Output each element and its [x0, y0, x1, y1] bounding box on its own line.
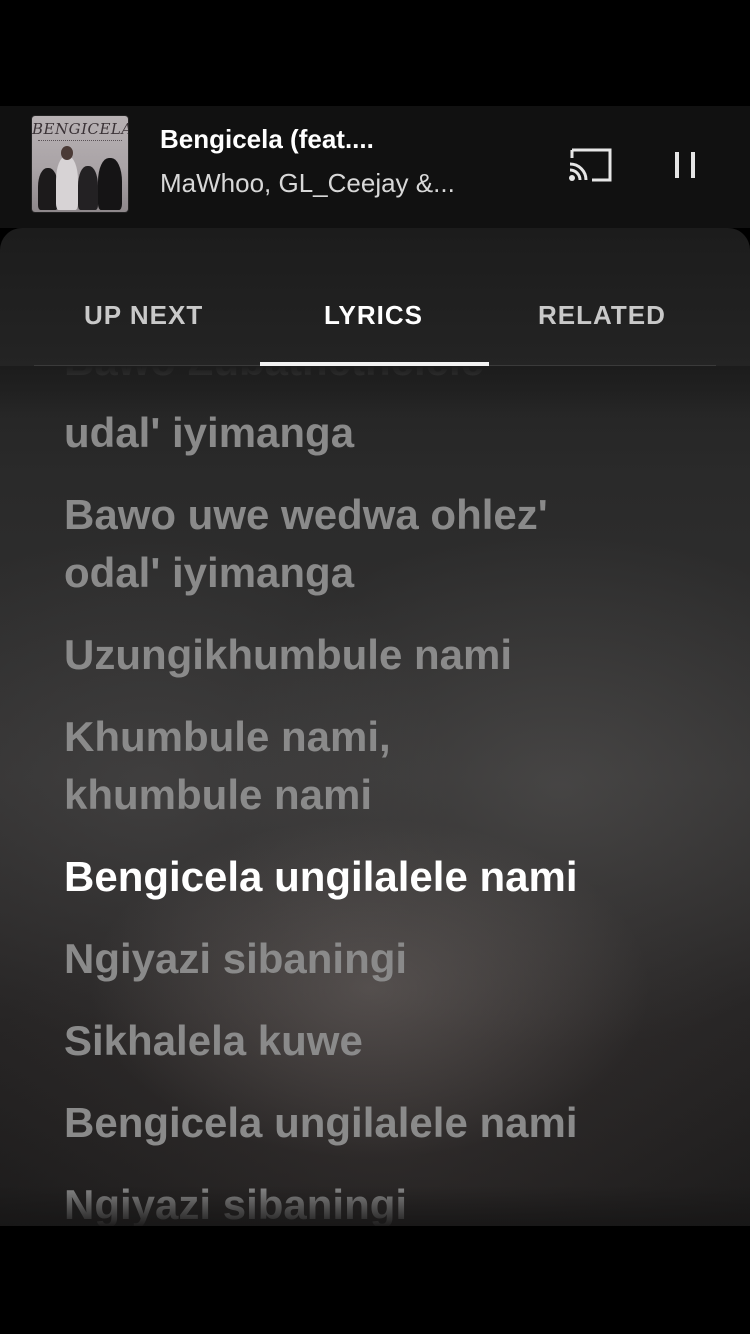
- lyric-line: odal' iyimanga: [64, 549, 355, 596]
- pause-button[interactable]: [666, 146, 706, 184]
- bottom-bar: [0, 1226, 750, 1334]
- album-art-figure: [78, 166, 98, 210]
- pause-icon: [675, 152, 695, 178]
- track-artist[interactable]: MaWhoo, GL_Ceejay &...: [160, 168, 455, 199]
- tab-up-next[interactable]: UP NEXT: [84, 300, 203, 331]
- album-art-title: BENGICELA: [32, 120, 128, 138]
- album-art-figure: [56, 156, 78, 210]
- album-art-figure-head: [61, 146, 73, 160]
- lyric-line: udal' iyimanga: [64, 409, 355, 456]
- tab-related[interactable]: RELATED: [538, 300, 666, 331]
- cast-icon: [569, 148, 612, 182]
- lyrics-panel: UP NEXT LYRICS RELATED Bawo Zubathethele…: [0, 228, 750, 1226]
- lyrics-scroll-area[interactable]: Bawo Zubathethelele udal' iyimanga Bawo …: [0, 366, 750, 1226]
- lyric-line: khumbule nami: [64, 771, 373, 818]
- lyric-line: Khumbule nami,: [64, 713, 391, 760]
- album-art-figure: [38, 168, 58, 210]
- album-art-figure: [98, 158, 122, 210]
- track-title[interactable]: Bengicela (feat....: [160, 124, 374, 155]
- lyric-line-partial: Bawo Zubathethelele: [64, 366, 724, 390]
- lyric-line: Sikhalela kuwe: [64, 1017, 363, 1064]
- screen: BENGICELA Bengicela (feat.... MaWhoo, GL…: [0, 0, 750, 1334]
- lyric-line: Uzungikhumbule nami: [64, 631, 513, 678]
- lyric-line: Bengicela ungilalele nami: [64, 1099, 578, 1146]
- album-art[interactable]: BENGICELA: [32, 116, 128, 212]
- tab-lyrics[interactable]: LYRICS: [324, 300, 423, 331]
- album-art-credits: [38, 140, 122, 144]
- lyric-line: Ngiyazi sibaningi: [64, 1181, 408, 1226]
- lyric-line: Ngiyazi sibaningi: [64, 935, 408, 982]
- cast-button[interactable]: [566, 146, 614, 184]
- lyric-line-current: Bengicela ungilalele nami: [64, 853, 578, 900]
- lyric-line: Bawo uwe wedwa ohlez': [64, 491, 548, 538]
